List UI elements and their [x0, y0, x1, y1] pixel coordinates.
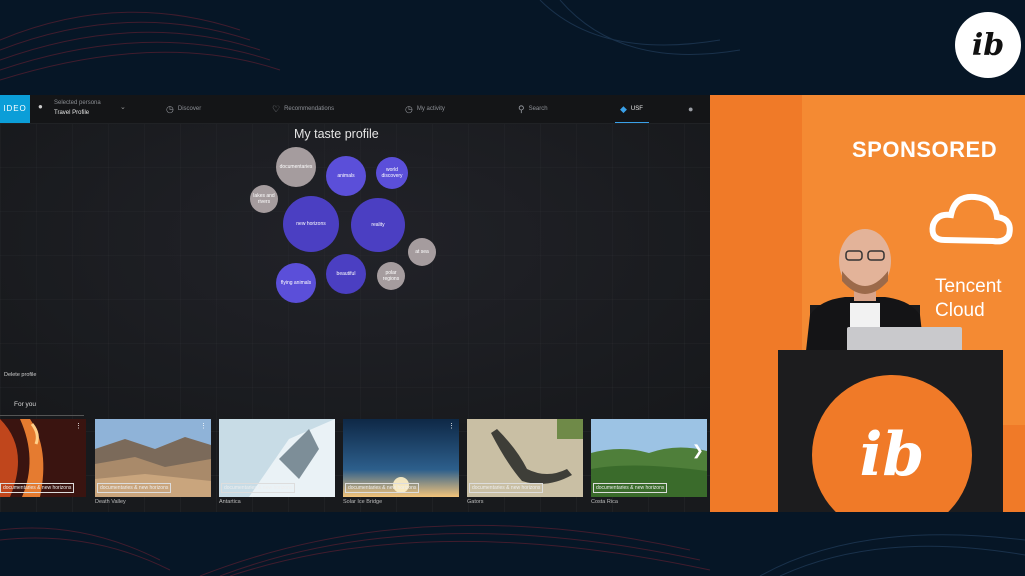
more-options-icon[interactable]: ⋮	[75, 422, 82, 430]
taste-profile-title: My taste profile	[294, 127, 379, 141]
persona-selector[interactable]: ● Selected persona Travel Profile ⌄	[38, 99, 130, 119]
presenter-video-feed: SPONSORED Tencent Cloud ib	[710, 95, 1025, 512]
app-screen: IDEO ● Selected persona Travel Profile ⌄…	[0, 95, 710, 512]
card-tag: documentaries & new horizons	[345, 483, 420, 493]
bubble-flying-animals[interactable]: flying animals	[276, 263, 316, 303]
bubble-lakes-and-rivers[interactable]: lakes and rivers	[250, 185, 278, 213]
nav-search-label: Search	[528, 106, 548, 112]
nav-usf[interactable]: ◆ USF	[620, 95, 643, 123]
bubble-documentaries[interactable]: documentaries	[276, 147, 316, 187]
ibc-podium-logo-mark: ib	[859, 420, 925, 490]
bubble-animals[interactable]: animals	[326, 156, 366, 196]
user-account-icon[interactable]: ●	[688, 95, 693, 123]
card-tag: documentaries & new horizons	[469, 483, 544, 493]
bubble-world-discovery[interactable]: world discovery	[376, 157, 408, 189]
bubble-beautiful[interactable]: beautiful	[326, 254, 366, 294]
user-icon: ●	[38, 102, 43, 111]
carousel-next-arrow-icon[interactable]: ❯	[692, 442, 704, 459]
section-title-for-you: For you	[14, 401, 37, 408]
heart-icon: ♡	[272, 103, 281, 114]
delete-profile-button[interactable]: Delete profile	[4, 372, 36, 378]
card-title: Gators	[467, 499, 484, 505]
nav-search[interactable]: ⚲ Search	[518, 95, 548, 123]
bubble-at-sea[interactable]: at sea	[408, 238, 436, 266]
search-icon: ⚲	[518, 103, 525, 114]
card-title: Death Valley	[95, 499, 126, 505]
content-card[interactable]: documentaries & new horizons	[219, 419, 335, 497]
more-options-icon[interactable]: ⋮	[448, 422, 455, 430]
nav-recommendations-label: Recommendations	[284, 106, 335, 112]
nav-discover[interactable]: ◷ Discover	[166, 95, 201, 123]
bubble-new-horizons[interactable]: new horizons	[283, 196, 339, 252]
sponsored-text: SPONSORED	[852, 137, 998, 162]
card-title: Solar Ice Bridge	[343, 499, 383, 505]
ibc-corner-logo: ib	[955, 12, 1021, 78]
card-tag: documentaries & new horizons	[593, 483, 668, 493]
content-card[interactable]: documentaries & new horizons ⋮	[343, 419, 459, 497]
active-tab-indicator	[615, 122, 649, 123]
card-tag: documentaries & new horizons	[97, 483, 172, 493]
card-title: Costa Rica	[591, 499, 618, 505]
section-divider	[0, 415, 84, 416]
bubble-reality[interactable]: reality	[351, 198, 405, 252]
content-card[interactable]: documentaries & new horizons ⋮	[95, 419, 211, 497]
chevron-down-icon: ⌄	[120, 104, 126, 111]
activity-icon: ◷	[405, 103, 413, 114]
brand-logo[interactable]: IDEO	[0, 95, 30, 123]
compass-icon: ◷	[166, 103, 174, 114]
content-card[interactable]: documentaries & new horizons ⋮	[0, 419, 86, 497]
nav-my-activity[interactable]: ◷ My activity	[405, 95, 445, 123]
nav-recommendations[interactable]: ♡ Recommendations	[272, 95, 334, 123]
top-navigation: IDEO ● Selected persona Travel Profile ⌄…	[0, 95, 710, 124]
bubble-polar-regions[interactable]: polar regions	[377, 262, 405, 290]
nav-my-activity-label: My activity	[416, 106, 445, 112]
nav-usf-label: USF	[630, 106, 643, 112]
more-options-icon[interactable]: ⋮	[200, 422, 207, 430]
usf-icon: ◆	[620, 103, 627, 114]
persona-value: Travel Profile	[54, 110, 90, 116]
content-card[interactable]: documentaries & new horizons	[467, 419, 583, 497]
content-card[interactable]: documentaries & new horizons	[591, 419, 707, 497]
persona-label: Selected persona	[54, 100, 101, 106]
ibc-logo-mark: ib	[971, 27, 1005, 63]
nav-discover-label: Discover	[177, 106, 202, 112]
card-tag: documentaries & new horizons	[221, 483, 296, 493]
card-title: Antartica	[219, 499, 241, 505]
card-tag: documentaries & new horizons	[0, 483, 75, 493]
